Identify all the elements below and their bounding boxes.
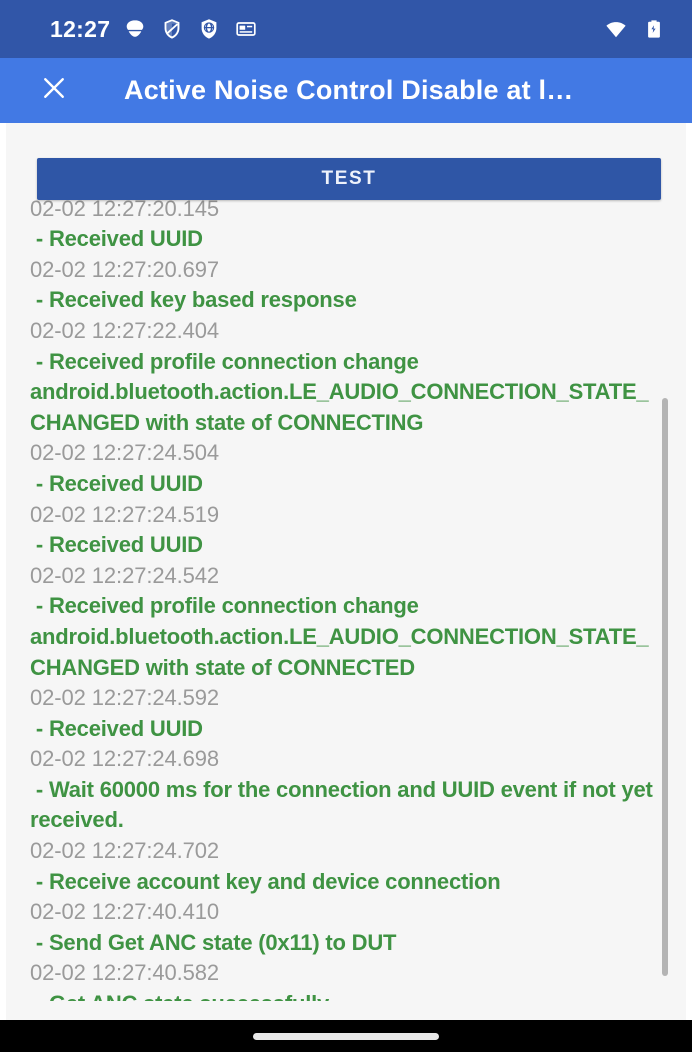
test-button[interactable]: TEST [37, 158, 661, 200]
app-bar: Active Noise Control Disable at l… [0, 58, 692, 123]
log-entry-timestamp: 02-02 12:27:40.410 [30, 899, 220, 925]
log-entry-timestamp: 02-02 12:27:24.698 [30, 746, 220, 772]
log-entry-message: - Received UUID [30, 532, 203, 558]
log-entry: 02-02 12:27:22.404 - Received profile co… [30, 316, 664, 438]
test-content-area: TEST - Start to pair and wait for paring… [0, 123, 692, 1020]
phone-screen: 12:27 Active Noise Control Disable at l…… [0, 0, 692, 1052]
gesture-pill[interactable] [253, 1032, 439, 1040]
log-entry: 02-02 12:27:24.504 - Received UUID [30, 438, 664, 499]
log-entry-message: - Receive account key and device connect… [30, 868, 501, 894]
log-entry: 02-02 12:27:20.145 - Received UUID [30, 194, 664, 255]
log-entry-message: - Received UUID [30, 470, 203, 496]
log-entry-timestamp: 02-02 12:27:22.404 [30, 317, 220, 343]
log-entry: 02-02 12:27:24.592 - Received UUID [30, 683, 664, 744]
log-entry: 02-02 12:27:40.582 - Get ANC state succe… [30, 958, 664, 1001]
log-entry: 02-02 12:27:24.542 - Received profile co… [30, 561, 664, 683]
status-bar: 12:27 [0, 0, 692, 58]
battery-icon [642, 17, 666, 41]
wifi-icon [604, 17, 628, 41]
log-entry: 02-02 12:27:20.697 - Received key based … [30, 255, 664, 316]
globe-shield-icon [197, 17, 221, 41]
shield-slash-icon [160, 17, 184, 41]
log-entry: 02-02 12:27:24.702 - Receive account key… [30, 836, 664, 897]
browser-icon [123, 17, 147, 41]
log-entry: 02-02 12:27:24.698 - Wait 60000 ms for t… [30, 744, 664, 836]
log-entry-message: - Received profile connection change and… [30, 593, 649, 680]
log-entry-message: - Received UUID [30, 226, 203, 252]
log-entry-timestamp: 02-02 12:27:24.702 [30, 838, 220, 864]
log-entry-timestamp: 02-02 12:27:24.504 [30, 440, 220, 466]
close-button[interactable] [32, 69, 76, 113]
log-entry-message: - Wait 60000 ms for the connection and U… [30, 776, 659, 833]
log-entry-message: - Received key based response [30, 287, 357, 313]
log-entry: 02-02 12:27:40.410 - Send Get ANC state … [30, 897, 664, 958]
status-bar-right [604, 17, 666, 41]
log-scrollbar[interactable] [662, 181, 668, 1001]
log-entry-message: - Received profile connection change and… [30, 348, 649, 435]
log-entry-timestamp: 02-02 12:27:24.542 [30, 562, 220, 588]
log-entry-timestamp: 02-02 12:27:24.519 [30, 501, 220, 527]
system-navigation-bar [0, 1020, 692, 1052]
page-title: Active Noise Control Disable at l… [124, 75, 574, 105]
log-entry-timestamp: 02-02 12:27:24.592 [30, 685, 220, 711]
log-scrollbar-thumb[interactable] [662, 398, 668, 976]
status-bar-left: 12:27 [50, 17, 604, 41]
close-icon [39, 73, 69, 108]
log-output-viewport[interactable]: - Start to pair and wait for paring proc… [6, 181, 686, 1001]
log-entry-timestamp: 02-02 12:27:40.582 [30, 960, 220, 986]
log-entry-message: - Received UUID [30, 715, 203, 741]
log-output-list: - Start to pair and wait for paring proc… [6, 181, 686, 1001]
log-entry-message: - Send Get ANC state (0x11) to DUT [30, 929, 397, 955]
status-bar-clock: 12:27 [50, 15, 111, 42]
log-entry: 02-02 12:27:24.519 - Received UUID [30, 500, 664, 561]
card-icon [234, 17, 258, 41]
log-entry-message: - Get ANC state successfully [30, 989, 664, 1001]
log-entry-timestamp: 02-02 12:27:20.697 [30, 256, 220, 282]
